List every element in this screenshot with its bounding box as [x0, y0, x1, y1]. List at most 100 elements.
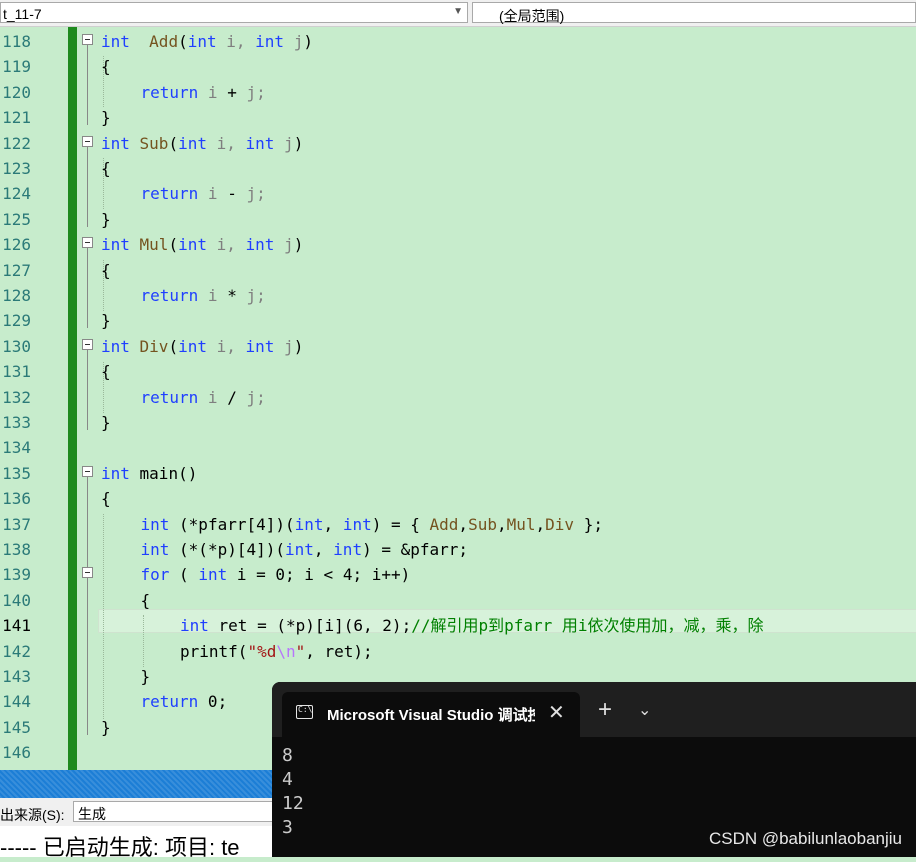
code-token: ) = &pfarr; [362, 540, 469, 559]
console-icon [296, 705, 313, 719]
code-text: int Div(int i, int j) [101, 334, 303, 359]
code-text: } [101, 108, 111, 128]
code-token: main() [129, 463, 198, 483]
code-line[interactable]: 128 return i * j; [0, 283, 916, 308]
code-text: } [140, 667, 151, 686]
code-token: Div [129, 336, 169, 356]
code-line[interactable]: 120 return i + j; [0, 80, 916, 105]
code-text: int Add(int i, int j) [101, 29, 313, 54]
collapse-icon[interactable] [82, 338, 93, 350]
terminal-tab[interactable]: Microsoft Visual Studio 调试控制台 ✕ [282, 692, 580, 737]
code-token: \n [276, 641, 296, 661]
code-token: int [187, 32, 217, 51]
line-number: 135 [2, 463, 31, 483]
code-line[interactable]: 118 int Add(int i, int j) [0, 29, 916, 54]
code-token: i = 0; i < 4; i++) [227, 565, 411, 585]
collapse-icon[interactable] [82, 567, 93, 579]
code-token: j; [236, 184, 266, 204]
code-line[interactable]: 137 int (*pfarr[4])(int, int) = { Add,Sub… [0, 512, 916, 537]
line-number: 134 [2, 438, 31, 458]
code-line[interactable]: 127 { [0, 258, 916, 283]
code-token: int [180, 616, 209, 636]
code-token: ) [303, 32, 313, 51]
code-token: , [496, 514, 507, 534]
code-token: Sub [129, 133, 169, 153]
code-token: i, [206, 133, 246, 153]
code-line[interactable]: 125} [0, 207, 916, 232]
plus-icon[interactable]: + [598, 698, 612, 722]
line-number: 142 [2, 641, 31, 661]
output-line: 3 [282, 817, 293, 838]
code-text: return i + j; [141, 80, 266, 105]
code-token: (*pfarr[4])( [169, 514, 295, 534]
code-line[interactable]: 136 { [0, 486, 916, 511]
code-line[interactable]: 126 int Mul(int i, int j) [0, 232, 916, 257]
line-number: 120 [2, 82, 31, 102]
output-source-select[interactable]: 生成 [73, 801, 273, 822]
code-line[interactable]: 133} [0, 410, 916, 435]
terminal-tab-title: Microsoft Visual Studio 调试控制台 [327, 707, 535, 724]
code-token: int [140, 540, 170, 559]
code-line[interactable]: 121} [0, 105, 916, 130]
output-source-value: 生成 [78, 806, 106, 822]
code-token: int [333, 540, 363, 559]
code-token: ( [169, 565, 199, 585]
code-line[interactable]: 123 { [0, 156, 916, 181]
code-line[interactable]: 140 { [0, 588, 916, 613]
code-text: } [101, 717, 111, 737]
code-token: j [274, 133, 294, 153]
code-token: - [227, 184, 237, 204]
collapse-icon[interactable] [82, 135, 93, 147]
code-token: int [245, 133, 275, 153]
collapse-icon[interactable] [82, 237, 93, 249]
code-token: ( [168, 133, 179, 153]
code-text: { [101, 362, 111, 382]
file-combo[interactable]: t_11-7 ▼ [0, 2, 468, 23]
debug-console-window[interactable]: Microsoft Visual Studio 调试控制台 ✕ + ⌄ 8 4 … [272, 682, 916, 857]
code-token: Mul [506, 514, 536, 534]
code-token: return [140, 82, 199, 102]
code-token: printf( [180, 641, 248, 661]
code-line[interactable]: 131 { [0, 359, 916, 384]
code-text: { [101, 489, 111, 509]
code-token: i, [206, 235, 246, 255]
code-line[interactable]: 139 for ( int i = 0; i < 4; i++) [0, 562, 916, 587]
code-token: ) [293, 235, 304, 255]
code-line[interactable]: 135 int main() [0, 461, 916, 486]
code-line[interactable]: 119 { [0, 54, 916, 79]
code-token: i, [216, 32, 256, 51]
code-line[interactable]: 122 int Sub(int i, int j) [0, 131, 916, 156]
code-line[interactable]: 124 return i - j; [0, 181, 916, 206]
collapse-icon[interactable] [82, 34, 93, 45]
code-token: ( [168, 336, 179, 356]
line-number: 137 [2, 514, 31, 534]
output-source-label: 出来源(S): [0, 807, 65, 823]
code-token: ) [293, 336, 304, 356]
line-number: 118 [2, 32, 31, 51]
code-text: } [101, 311, 111, 331]
code-line[interactable]: 130 int Div(int i, int j) [0, 334, 916, 359]
code-editor[interactable]: 118 int Add(int i, int j) 119{120 return i … [0, 27, 916, 770]
watermark: CSDN @babilunlaobanjiu [708, 829, 902, 848]
code-line[interactable]: 134 [0, 435, 916, 460]
scope-combo-label: (全局范围) [499, 8, 565, 24]
code-line[interactable]: 141 int ret = (*p)[i](6, 2);//解引用p到pfarr … [0, 613, 916, 638]
code-line[interactable]: 132 return i / j; [0, 385, 916, 410]
chevron-down-icon[interactable]: ▼ [453, 6, 463, 17]
code-token: / [227, 387, 237, 407]
code-token: //解引用p到pfarr 用i依次使用加，减，乘，除 [411, 616, 764, 636]
collapse-icon[interactable] [82, 465, 93, 477]
line-number: 121 [2, 108, 31, 128]
scope-combo[interactable]: (全局范围) [472, 2, 916, 24]
close-icon[interactable]: ✕ [548, 700, 565, 725]
code-line[interactable]: 129} [0, 308, 916, 333]
code-line[interactable]: 142 printf("%d\n", ret); [0, 639, 916, 664]
code-token: j; [236, 82, 266, 102]
code-text: { [101, 260, 111, 280]
code-token: int [285, 540, 314, 559]
code-token: Add [429, 514, 459, 534]
chevron-down-icon[interactable]: ⌄ [638, 700, 651, 720]
code-line[interactable]: 138 int (*(*p)[4])(int, int) = &pfarr; [0, 537, 916, 562]
code-token: int [178, 235, 207, 255]
code-text: printf("%d\n", ret); [180, 639, 373, 664]
